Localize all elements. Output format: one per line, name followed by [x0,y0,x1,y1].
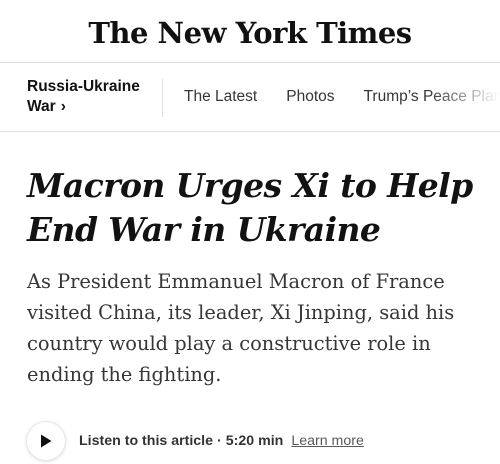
article-headline: Macron Urges Xi to Help End War in Ukrai… [27,166,473,249]
nav-item-photos[interactable]: Photos [286,88,334,106]
audio-player: Listen to this article · 5:20 min Learn … [27,422,364,460]
masthead: The New York Times [0,0,500,62]
section-link-label: Russia-Ukraine War [27,78,140,115]
play-button[interactable] [27,422,65,460]
nav-divider [162,79,163,117]
section-link-russia-ukraine-war[interactable]: Russia-Ukraine War › [27,77,152,117]
audio-duration: 5:20 min [225,433,284,449]
chevron-right-icon: › [60,98,66,115]
learn-more-link[interactable]: Learn more [291,433,364,449]
nyt-logo[interactable]: The New York Times [88,12,412,50]
listen-label: Listen to this article [79,433,214,449]
article-summary: As President Emmanuel Macron of France v… [27,270,455,386]
play-icon [41,434,52,448]
audio-separator: · [217,433,222,449]
nav-item-peace-plan[interactable]: Trump’s Peace Plan [364,88,500,106]
section-navigation: Russia-Ukraine War › The Latest Photos Tr… [0,62,500,132]
nav-item-the-latest[interactable]: The Latest [184,88,257,106]
subsection-tabs: The Latest Photos Trump’s Peace Plan [184,63,500,131]
